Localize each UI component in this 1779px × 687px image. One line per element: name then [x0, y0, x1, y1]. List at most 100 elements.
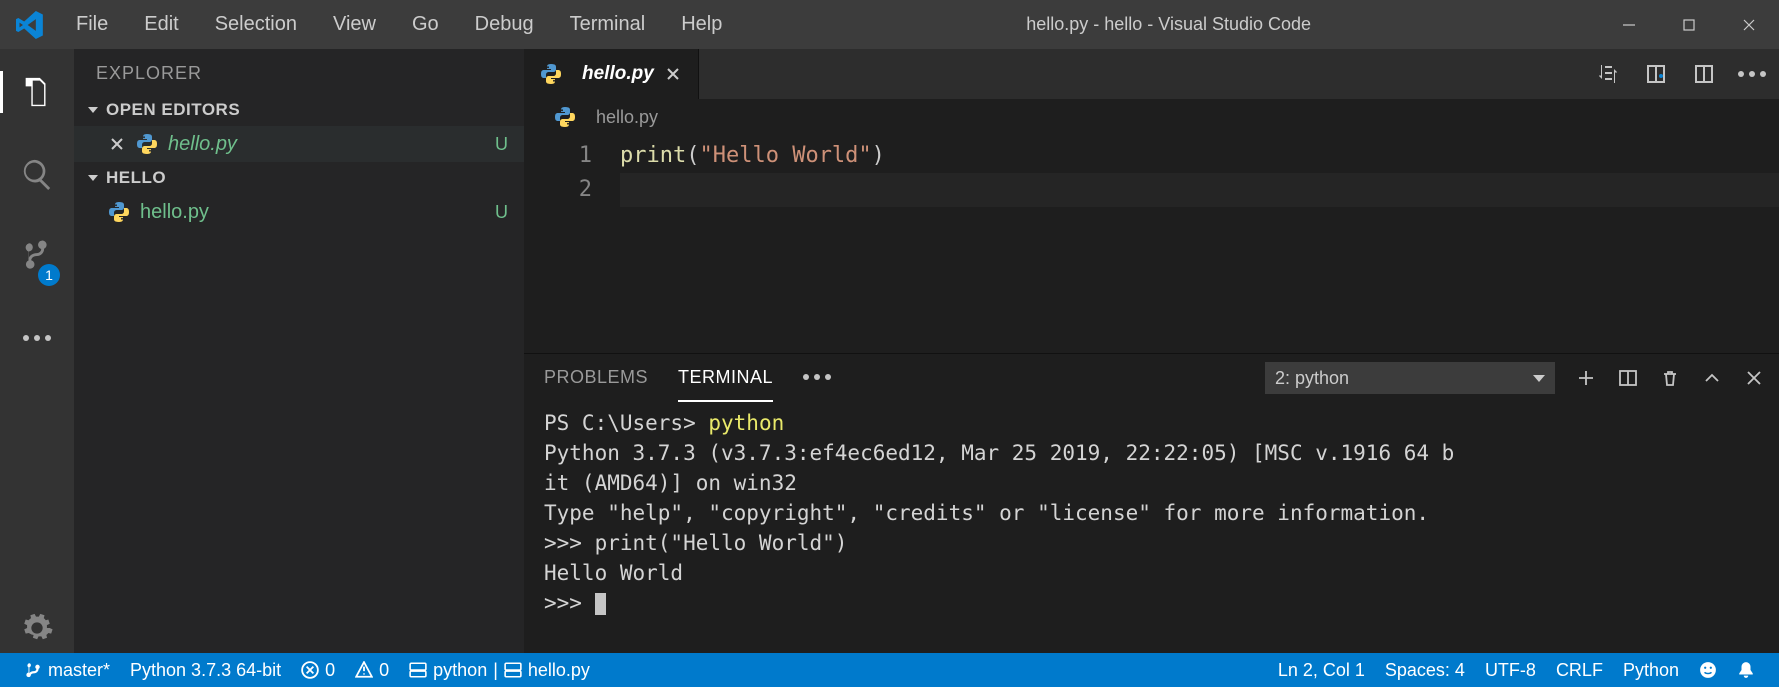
- project-header[interactable]: HELLO: [74, 162, 524, 194]
- editor-area: hello.py hello.py 1 2 print("Hello World…: [524, 49, 1779, 653]
- git-status-untracked: U: [495, 202, 508, 223]
- activity-explorer[interactable]: [0, 67, 74, 117]
- terminal-line: Type "help", "copyright", "credits" or "…: [544, 501, 1429, 525]
- project-file-item[interactable]: hello.py U: [74, 194, 524, 230]
- open-editor-item[interactable]: hello.py U: [74, 126, 524, 162]
- status-notifications[interactable]: [1727, 653, 1765, 687]
- python-file-icon: [554, 106, 576, 128]
- menu-help[interactable]: Help: [665, 0, 738, 49]
- terminal-prompt: PS C:\Users>: [544, 411, 708, 435]
- terminal-command: python: [708, 411, 784, 435]
- panel: PROBLEMS TERMINAL 2: python PS C:\Users>…: [524, 353, 1779, 653]
- status-branch[interactable]: master*: [14, 653, 120, 687]
- menu-bar: File Edit Selection View Go Debug Termin…: [60, 0, 738, 49]
- git-branch-icon: [24, 661, 42, 679]
- chevron-down-icon: [84, 173, 102, 183]
- menu-view[interactable]: View: [317, 0, 392, 49]
- split-editor-icon[interactable]: [1691, 61, 1717, 87]
- bell-icon: [1737, 661, 1755, 679]
- gutter: 1 2: [524, 139, 620, 353]
- python-file-icon: [108, 201, 130, 223]
- compare-changes-icon[interactable]: [1595, 61, 1621, 87]
- maximize-panel-icon[interactable]: [1701, 367, 1723, 389]
- menu-debug[interactable]: Debug: [459, 0, 550, 49]
- terminal-select[interactable]: 2: python: [1265, 362, 1555, 394]
- warning-icon: [355, 661, 373, 679]
- status-errors[interactable]: 0: [291, 653, 345, 687]
- line-number: 2: [524, 173, 592, 207]
- status-language-server[interactable]: python | hello.py: [399, 653, 600, 687]
- split-terminal-icon[interactable]: [1617, 367, 1639, 389]
- terminal-select-value: 2: python: [1275, 368, 1349, 389]
- window-title: hello.py - hello - Visual Studio Code: [738, 14, 1599, 35]
- close-icon[interactable]: [664, 65, 682, 83]
- git-status-untracked: U: [495, 134, 508, 155]
- status-position[interactable]: Ln 2, Col 1: [1268, 653, 1375, 687]
- open-preview-icon[interactable]: [1643, 61, 1669, 87]
- ellipsis-icon: [803, 374, 831, 380]
- status-interpreter[interactable]: Python 3.7.3 64-bit: [120, 653, 291, 687]
- kill-terminal-icon[interactable]: [1659, 367, 1681, 389]
- code-content[interactable]: print("Hello World"): [620, 139, 1779, 353]
- menu-edit[interactable]: Edit: [128, 0, 194, 49]
- status-spaces[interactable]: Spaces: 4: [1375, 653, 1475, 687]
- breadcrumb[interactable]: hello.py: [524, 99, 1779, 135]
- activity-scm[interactable]: 1: [0, 231, 74, 281]
- minimize-button[interactable]: [1599, 0, 1659, 49]
- terminal-line: Python 3.7.3 (v3.7.3:ef4ec6ed12, Mar 25 …: [544, 441, 1454, 465]
- project-file-name: hello.py: [140, 201, 209, 224]
- sidebar: EXPLORER OPEN EDITORS hello.py U HELLO h…: [74, 49, 524, 653]
- status-warnings[interactable]: 0: [345, 653, 399, 687]
- sidebar-title: EXPLORER: [74, 49, 524, 94]
- server-icon: [504, 661, 522, 679]
- menu-terminal[interactable]: Terminal: [554, 0, 662, 49]
- status-eol[interactable]: CRLF: [1546, 653, 1613, 687]
- code-line: print("Hello World"): [620, 139, 1779, 173]
- menu-file[interactable]: File: [60, 0, 124, 49]
- panel-tab-terminal[interactable]: TERMINAL: [678, 354, 773, 402]
- panel-tab-more[interactable]: [803, 354, 831, 402]
- terminal-line: >>>: [544, 591, 595, 615]
- menu-selection[interactable]: Selection: [199, 0, 313, 49]
- code-editor[interactable]: 1 2 print("Hello World"): [524, 135, 1779, 353]
- open-editors-label: OPEN EDITORS: [106, 100, 240, 120]
- activity-settings[interactable]: [0, 603, 74, 653]
- window-controls: [1599, 0, 1779, 49]
- terminal-line: >>> print("Hello World"): [544, 531, 847, 555]
- chevron-down-icon: [84, 105, 102, 115]
- menu-go[interactable]: Go: [396, 0, 455, 49]
- new-terminal-icon[interactable]: [1575, 367, 1597, 389]
- vscode-logo-icon: [0, 11, 60, 39]
- close-window-button[interactable]: [1719, 0, 1779, 49]
- close-panel-icon[interactable]: [1743, 367, 1765, 389]
- tab-bar: hello.py: [524, 49, 1779, 99]
- activity-more[interactable]: [0, 313, 74, 363]
- ellipsis-icon: [23, 335, 51, 341]
- tab-label: hello.py: [582, 63, 654, 85]
- scm-badge: 1: [38, 264, 60, 286]
- panel-tabs: PROBLEMS TERMINAL 2: python: [524, 354, 1779, 402]
- activity-bar: 1: [0, 49, 74, 653]
- python-file-icon: [540, 63, 562, 85]
- status-language[interactable]: Python: [1613, 653, 1689, 687]
- status-bar: master* Python 3.7.3 64-bit 0 0 python |…: [0, 653, 1779, 687]
- chevron-down-icon: [1533, 375, 1545, 382]
- error-icon: [301, 661, 319, 679]
- line-number: 1: [524, 139, 592, 173]
- panel-tab-problems[interactable]: PROBLEMS: [544, 354, 648, 402]
- code-line: [620, 173, 1779, 207]
- more-actions-icon[interactable]: [1739, 61, 1765, 87]
- activity-search[interactable]: [0, 149, 74, 199]
- editor-tab[interactable]: hello.py: [524, 49, 699, 99]
- status-encoding[interactable]: UTF-8: [1475, 653, 1546, 687]
- terminal-cursor: [595, 593, 606, 615]
- python-file-icon: [136, 133, 158, 155]
- open-editor-name: hello.py: [168, 133, 237, 156]
- terminal-output[interactable]: PS C:\Users> python Python 3.7.3 (v3.7.3…: [524, 402, 1779, 653]
- breadcrumb-file: hello.py: [596, 107, 658, 128]
- status-feedback[interactable]: [1689, 653, 1727, 687]
- open-editors-header[interactable]: OPEN EDITORS: [74, 94, 524, 126]
- close-icon[interactable]: [108, 135, 126, 153]
- title-bar: File Edit Selection View Go Debug Termin…: [0, 0, 1779, 49]
- maximize-button[interactable]: [1659, 0, 1719, 49]
